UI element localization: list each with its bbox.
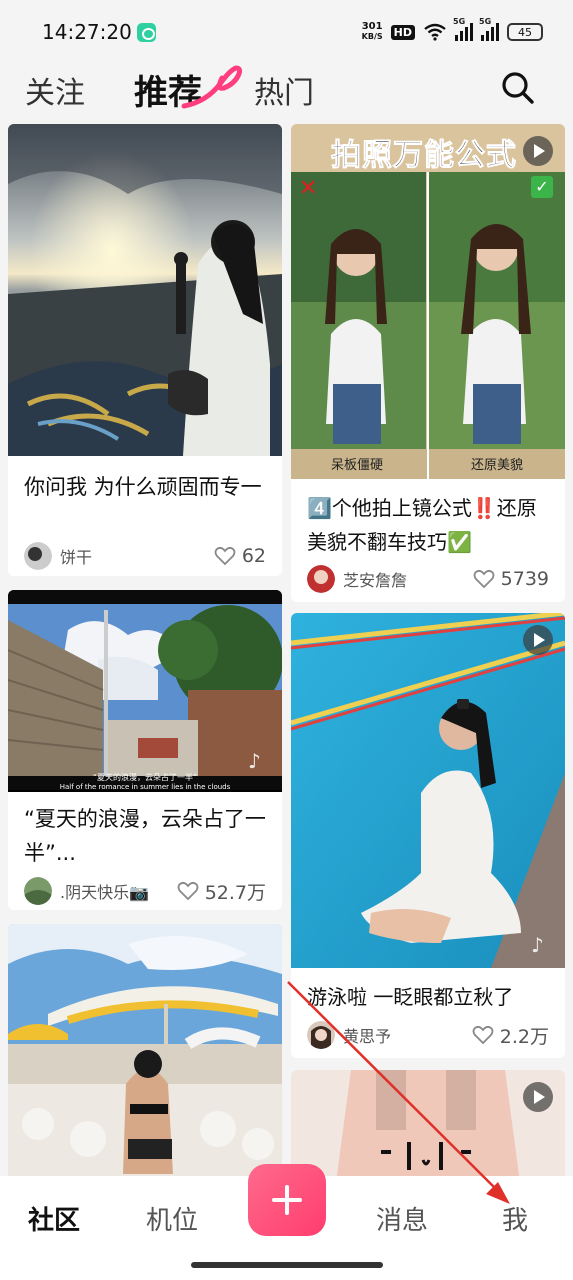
card-image: 拍照万能公式 ✕ ✓ 呆板僵硬 还原美貌	[291, 124, 565, 479]
nav-me[interactable]: 我	[502, 1200, 528, 1237]
face-closeup-photo	[291, 1070, 565, 1176]
add-post-button[interactable]	[248, 1164, 326, 1236]
network-speed: 301 KB/S	[362, 22, 383, 42]
heart-icon	[472, 1025, 494, 1045]
avatar	[307, 565, 335, 593]
feed-card[interactable]: 拍照万能公式 ✕ ✓ 呆板僵硬 还原美貌 4️⃣个他拍上镜公式‼️还原美貌不翻车…	[291, 124, 565, 602]
card-title: “夏天的浪漫，云朵占了一半”...	[24, 807, 266, 865]
nav-messages[interactable]: 消息	[376, 1200, 428, 1237]
card-image: ♪	[291, 613, 565, 968]
tiktok-icon: ♪	[531, 933, 544, 957]
network-speed-value: 301	[361, 21, 383, 32]
tiktok-icon: ♪	[248, 749, 261, 773]
feed-card[interactable]	[291, 1070, 565, 1176]
tab-follow[interactable]: 关注	[25, 68, 85, 112]
image-caption-en: Half of the romance in summer lies in th…	[59, 783, 231, 791]
like-count: 52.7万	[204, 881, 266, 904]
top-tabs: 关注 推荐 热门	[0, 62, 573, 118]
sim1-label: 5G	[453, 17, 466, 26]
author-name: 芝安詹詹	[343, 571, 408, 590]
photo-formula-image	[291, 124, 565, 479]
left-caption: 呆板僵硬	[331, 458, 384, 473]
like-button[interactable]: 5739	[473, 568, 549, 590]
active-tab-swoosh-icon	[181, 65, 243, 109]
feed-card[interactable]	[8, 924, 282, 1176]
feed-card[interactable]: ♪ 游泳啦 一眨眼都立秋了 黄思予 2.2万	[291, 613, 565, 1058]
card-title: 游泳啦 一眨眼都立秋了	[307, 985, 514, 1009]
avatar	[24, 877, 52, 905]
card-meta: 黄思予 2.2万	[307, 1020, 549, 1050]
like-count: 62	[241, 545, 266, 567]
card-image	[8, 124, 282, 456]
wifi-icon	[424, 23, 446, 41]
status-time: 14:27:20	[42, 20, 132, 44]
sim2-label: 5G	[479, 17, 492, 26]
beach-photo	[8, 924, 282, 1176]
search-icon[interactable]	[500, 70, 536, 106]
status-bar: 14:27:20 301 KB/S HD 5G 5G 45	[0, 0, 573, 64]
card-meta: 饼干 62	[24, 541, 266, 571]
right-caption: 还原美貌	[471, 458, 524, 473]
like-count: 5739	[500, 568, 549, 590]
like-button[interactable]: 52.7万	[177, 878, 266, 905]
nav-community[interactable]: 社区	[28, 1200, 80, 1237]
signal-sim1-icon: 5G	[453, 17, 473, 41]
card-meta: .阴天快乐📷 52.7万	[24, 876, 266, 906]
card-meta: 芝安詹詹 5739	[307, 564, 549, 594]
author-name: 饼干	[60, 548, 93, 567]
author-name: .阴天快乐📷	[60, 883, 150, 902]
nav-spot[interactable]: 机位	[146, 1200, 198, 1237]
heart-icon	[473, 569, 495, 589]
card-image	[291, 1070, 565, 1176]
play-icon	[523, 1082, 553, 1112]
like-count: 2.2万	[499, 1025, 549, 1048]
like-button[interactable]: 62	[214, 545, 266, 567]
feed-card[interactable]: 你问我 为什么顽固而专一 饼干 62	[8, 124, 282, 576]
banner-text: 拍照万能公式	[331, 138, 517, 174]
summer-clouds-photo	[8, 590, 282, 790]
avatar	[307, 1021, 335, 1049]
card-image	[8, 924, 282, 1176]
home-indicator[interactable]	[191, 1262, 383, 1268]
signal-sim2-icon: 5G	[479, 17, 499, 41]
status-indicators: 301 KB/S HD 5G 5G 45	[362, 17, 543, 44]
heart-icon	[214, 546, 236, 566]
check-mark-icon: ✓	[531, 176, 553, 198]
hd-badge: HD	[390, 24, 415, 40]
avatar	[24, 542, 52, 570]
feed: 你问我 为什么顽固而专一 饼干 62 拍照万能公式 ✕ ✓ 呆板僵硬 还原美貌 …	[0, 124, 573, 1176]
network-speed-unit: KB/S	[361, 32, 383, 41]
chat-notification-icon	[137, 23, 156, 42]
card-title: 4️⃣个他拍上镜公式‼️还原美貌不翻车技巧✅	[307, 496, 537, 554]
battery-icon: 45	[507, 23, 543, 41]
seaside-photo	[8, 124, 282, 456]
pool-photo	[291, 613, 565, 968]
like-button[interactable]: 2.2万	[472, 1022, 549, 1049]
author-name: 黄思予	[343, 1027, 392, 1046]
wrong-mark-icon: ✕	[299, 176, 318, 201]
card-title: 你问我 为什么顽固而专一	[24, 475, 262, 499]
feed-card[interactable]: “夏天的浪漫，云朵占了一半” Half of the romance in su…	[8, 590, 282, 910]
tab-hot[interactable]: 热门	[254, 68, 314, 112]
play-icon	[523, 136, 553, 166]
heart-icon	[177, 881, 199, 901]
card-image: “夏天的浪漫，云朵占了一半” Half of the romance in su…	[8, 590, 282, 792]
bottom-nav: 社区 机位 消息 我	[0, 1164, 573, 1280]
play-icon	[523, 625, 553, 655]
